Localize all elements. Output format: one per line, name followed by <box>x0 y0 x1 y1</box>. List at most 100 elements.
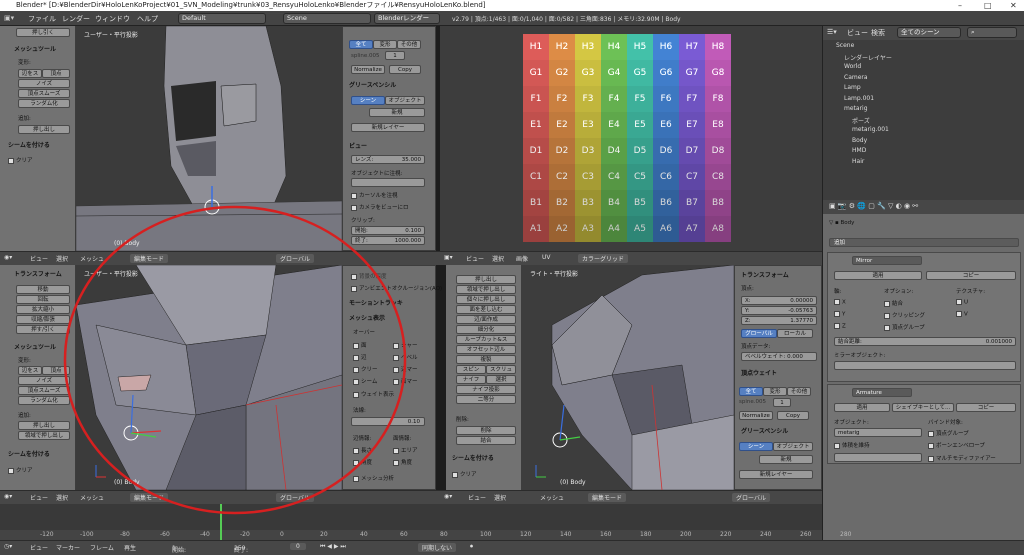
lock-camera-checkbox[interactable]: カメラをビューにロ <box>351 203 409 211</box>
faces-checkbox[interactable]: 面 <box>353 341 367 349</box>
mesh-display-header[interactable]: メッシュ表示 <box>349 313 385 322</box>
n-grease-object[interactable]: オブジェクト <box>773 442 813 451</box>
n-x-field[interactable]: X: 0.00000 <box>741 296 817 305</box>
n-tab-other[interactable]: その他 <box>787 387 811 396</box>
spline-value[interactable]: 1 <box>385 51 405 60</box>
grease-object-button[interactable]: オブジェクト <box>385 96 425 105</box>
mode-selector[interactable]: 編集モード <box>130 254 169 263</box>
sharp-checkbox[interactable]: シャー <box>393 341 418 349</box>
timeline-menu-view[interactable]: ビュー <box>30 543 48 552</box>
seam-header-2[interactable]: シームを付ける <box>8 449 50 458</box>
orientation-selector[interactable]: グローバル <box>276 254 314 263</box>
n-copy-button[interactable]: Copy <box>777 411 809 420</box>
multi-modifier-checkbox[interactable]: マルチモディファイアー <box>928 454 996 462</box>
spin-btn[interactable]: スピン <box>456 365 486 374</box>
delete-btn[interactable]: 削除 <box>456 426 516 435</box>
extrude-btn-r[interactable]: 押し出し <box>456 275 516 284</box>
menu-mesh-2[interactable]: メッシュ <box>80 493 104 502</box>
axis-x-checkbox[interactable]: X <box>834 299 846 306</box>
uv-menu-view[interactable]: ビュー <box>466 254 484 263</box>
smooth-vertex-button[interactable]: 頂点スムーズ <box>18 89 70 98</box>
normal-size-field[interactable]: 0.10 <box>351 417 425 426</box>
randomize-button-2[interactable]: ランダム化 <box>18 396 70 405</box>
record-icon[interactable]: ⏺ <box>470 543 473 551</box>
viewport-bottom-left[interactable]: ユーザー・平行投影 (0) Body <box>76 265 342 490</box>
menu-file[interactable]: ファイル <box>28 14 56 24</box>
seam-header[interactable]: シームを付ける <box>8 140 50 149</box>
area-checkbox[interactable]: エリア <box>393 446 418 454</box>
transform-header[interactable]: トランスフォーム <box>14 269 62 278</box>
menu-view-2[interactable]: ビュー <box>30 493 48 502</box>
randomize-button[interactable]: ランダム化 <box>18 99 70 108</box>
scene-selector[interactable]: Scene <box>283 13 371 24</box>
layout-selector[interactable]: Default <box>178 13 266 24</box>
angle-checkbox[interactable]: 角度 <box>353 458 372 466</box>
mirror-object-field[interactable] <box>834 361 1016 370</box>
lens-field[interactable]: レンズ: 35.000 <box>351 155 425 164</box>
outliner-menu-search[interactable]: 検索 <box>871 28 885 38</box>
n-grease-scene[interactable]: シーン <box>739 442 773 451</box>
outliner-item[interactable]: Lamp.001 <box>844 95 874 105</box>
menu-view-3[interactable]: ビュー <box>468 493 486 502</box>
outliner-menu-view[interactable]: ビュー <box>847 28 868 38</box>
extrude-button-2[interactable]: 押し出し <box>18 421 70 430</box>
extrude-button[interactable]: 押し出し <box>18 125 70 134</box>
grease-new-button[interactable]: 新規 <box>369 108 425 117</box>
tab-other[interactable]: その他 <box>397 40 421 49</box>
vertex-groups-checkbox[interactable]: 頂点グループ <box>884 323 925 331</box>
crease-checkbox[interactable]: クリー <box>353 365 378 373</box>
mesh-analysis-checkbox[interactable]: メッシュ分析 <box>353 474 394 482</box>
armature-object-field[interactable]: metarig <box>834 428 922 437</box>
tab-all[interactable]: 全て <box>349 40 373 49</box>
n-tab-deform[interactable]: 変形 <box>763 387 787 396</box>
n-vertex-weights-header[interactable]: 頂点ウェイト <box>741 368 777 377</box>
close-icon[interactable]: ✕ <box>1010 0 1017 11</box>
menu-mesh-3[interactable]: メッシュ <box>540 493 564 502</box>
noise-button[interactable]: ノイズ <box>18 79 70 88</box>
menu-mesh[interactable]: メッシュ <box>80 254 104 263</box>
merge-btn[interactable]: 結合 <box>456 436 516 445</box>
normalize-button[interactable]: Normalize <box>351 65 385 74</box>
texture-v-checkbox[interactable]: V <box>956 311 968 318</box>
extrude-region-button[interactable]: 領域で押し出し <box>18 431 70 440</box>
clip-end-field[interactable]: 終了: 1000.000 <box>351 236 425 245</box>
menu-select-2[interactable]: 選択 <box>56 493 68 502</box>
scale-button[interactable]: 拡大縮小 <box>16 305 70 314</box>
n-spline-value[interactable]: 1 <box>773 398 791 407</box>
viewport-top-left[interactable]: ユーザー・平行投影 (0) Body <box>76 26 342 251</box>
sync-mode-selector[interactable]: 同期しない <box>418 543 457 552</box>
offset-edge-btn[interactable]: オフセット辺ル <box>456 345 516 354</box>
timeline-menu-marker[interactable]: マーカー <box>56 543 80 552</box>
lock-object-field[interactable] <box>351 178 425 187</box>
bevel-checkbox[interactable]: ベベル <box>393 353 418 361</box>
orientation-selector-2[interactable]: グローバル <box>276 493 314 502</box>
outliner-display-mode[interactable]: 全てのシーン <box>897 27 961 38</box>
outliner-item[interactable]: Scene <box>836 42 854 52</box>
n-bevel-weight-field[interactable]: ベベルウェイト: 0.000 <box>741 352 817 361</box>
outliner-item[interactable]: Body <box>852 137 867 147</box>
merge-checkbox[interactable]: 結合 <box>884 299 903 307</box>
weight-checkbox[interactable]: ウェイト表示 <box>353 390 394 398</box>
menu-window[interactable]: ウィンドウ <box>95 14 130 24</box>
mesh-tools-header[interactable]: メッシュツール <box>14 44 56 53</box>
editor-type-icon-3[interactable]: ◉▾ <box>444 493 452 500</box>
loop-cut-btn[interactable]: ループカット&ス <box>456 335 516 344</box>
clear-seam[interactable]: クリア <box>8 156 33 164</box>
n-local-button[interactable]: ローカル <box>777 329 813 338</box>
uv-menu-uv[interactable]: UV <box>542 254 551 261</box>
uv-image-editor[interactable]: H1 H2 H3 H4 H5 H6 H7 H8 G1 G2 G3 G4 G5 G6 G7 G8 F1 F2 F3 F4… <box>440 26 822 251</box>
outliner-item[interactable]: Lamp <box>844 84 861 94</box>
slide-edge-button-2[interactable]: 辺をス <box>18 366 42 375</box>
orientation-selector-3[interactable]: グローバル <box>732 493 770 502</box>
vertex-slide-button[interactable]: 頂点 <box>42 69 70 78</box>
uv-editor-type-icon[interactable]: ▣▾ <box>444 254 453 261</box>
timeline-menu-frame[interactable]: フレーム <box>90 543 114 552</box>
image-selector[interactable]: カラーグリッド <box>578 254 629 263</box>
clear-seam-3[interactable]: クリア <box>452 470 477 478</box>
subdivide-btn[interactable]: 細分化 <box>456 325 516 334</box>
length-checkbox[interactable]: 長さ <box>353 446 372 454</box>
menu-render[interactable]: レンダー <box>62 14 90 24</box>
armature-name-field[interactable]: Armature <box>852 388 912 397</box>
face-marks-checkbox[interactable]: 面マー <box>393 377 418 385</box>
n-global-button[interactable]: グローバル <box>741 329 777 338</box>
